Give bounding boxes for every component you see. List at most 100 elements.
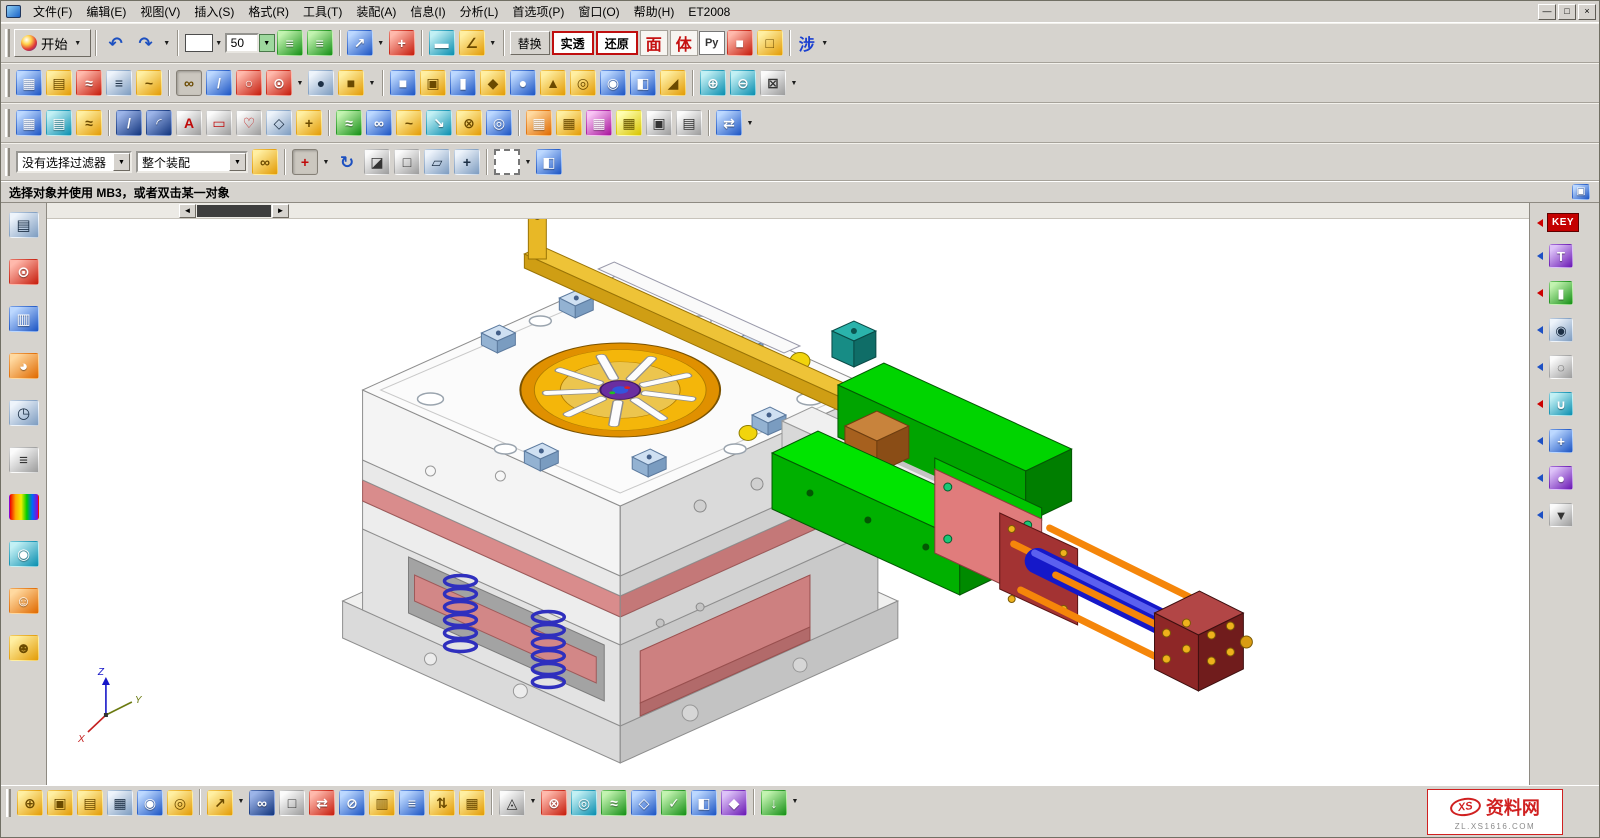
restore-shade-button[interactable]: 还原 — [596, 31, 638, 55]
swept-surface-icon[interactable]: ≈ — [76, 110, 102, 136]
pattern-magenta-icon[interactable]: ▦ — [586, 110, 612, 136]
law-curve-icon[interactable]: ~ — [396, 110, 422, 136]
ruled-surface-icon[interactable]: ▤ — [46, 110, 72, 136]
clipboard-paste-icon[interactable]: ▤ — [676, 110, 702, 136]
template-tool-icon[interactable]: T — [1549, 244, 1573, 268]
hollow-icon[interactable]: ⊖ — [730, 70, 756, 96]
work-layer-field[interactable]: 50 — [225, 33, 259, 53]
wave-link-icon[interactable]: ≈ — [601, 790, 627, 816]
circle-dot-icon[interactable]: ⊙ — [266, 70, 292, 96]
add-tool-icon[interactable]: + — [1549, 429, 1573, 453]
toolbar-grip[interactable] — [5, 148, 10, 176]
constraint-navigator-icon[interactable]: ⊙ — [9, 259, 39, 285]
measure-angle-icon[interactable]: ∠ — [459, 30, 485, 56]
copy-feature-dropdown[interactable]: ▼ — [744, 111, 756, 135]
interference-icon[interactable]: ⊗ — [541, 790, 567, 816]
key-badge[interactable]: KEY — [1547, 213, 1579, 232]
chain-filter-icon[interactable]: ∞ — [252, 149, 278, 175]
shell-icon[interactable]: ◧ — [630, 70, 656, 96]
eraser-icon[interactable]: ◪ — [364, 149, 390, 175]
clipboard-icon[interactable]: ▣ — [646, 110, 672, 136]
offset-face-icon[interactable]: ▤ — [46, 70, 72, 96]
clay-blob-icon[interactable]: ● — [1549, 466, 1573, 490]
xray-view-icon[interactable]: ⊠ — [760, 70, 786, 96]
hydraulic-cylinder[interactable] — [935, 458, 1253, 691]
move-face-icon[interactable]: ▦ — [16, 70, 42, 96]
spline-icon[interactable]: ≈ — [336, 110, 362, 136]
part-navigator-icon[interactable]: ▥ — [9, 306, 39, 332]
chain-icon[interactable]: ∞ — [176, 70, 202, 96]
wave-button[interactable]: 涉 — [795, 30, 819, 56]
face-mode-button[interactable]: 面 — [640, 30, 668, 56]
snap-point-icon[interactable]: + — [292, 149, 318, 175]
shape-heart-icon[interactable]: ♡ — [236, 110, 262, 136]
helix-icon[interactable]: ∞ — [366, 110, 392, 136]
profile-line-icon[interactable]: / — [116, 110, 142, 136]
body-mode-button[interactable]: 体 — [670, 30, 698, 56]
circle-tool-icon[interactable]: ○ — [236, 70, 262, 96]
sequence-icon[interactable]: ≡ — [399, 790, 425, 816]
start-button[interactable]: 开始 ▼ — [14, 29, 91, 57]
check-mate-icon[interactable]: ✓ — [661, 790, 687, 816]
menu-insert[interactable]: 插入(S) — [187, 1, 241, 22]
shaded-cube-icon[interactable]: ◧ — [536, 149, 562, 175]
product-outline-icon[interactable]: □ — [279, 790, 305, 816]
menu-analysis[interactable]: 分析(L) — [453, 1, 506, 22]
molecule-icon[interactable]: ◉ — [1549, 318, 1573, 342]
new-component-icon[interactable]: ▣ — [47, 790, 73, 816]
menu-file[interactable]: 文件(F) — [26, 1, 79, 22]
snap-point-dropdown[interactable]: ▼ — [320, 150, 332, 174]
point-tool-icon[interactable]: + — [296, 110, 322, 136]
sample-tube-icon[interactable]: ∪ — [1549, 392, 1573, 416]
redo-icon[interactable]: ↷ — [133, 30, 159, 56]
move-tool-icon[interactable]: + — [454, 149, 480, 175]
orient-view-icon[interactable]: ↻ — [334, 149, 360, 175]
sweep-icon[interactable]: ≈ — [76, 70, 102, 96]
sphere-cube-icon[interactable]: ● — [308, 70, 334, 96]
selection-filter-dropdown[interactable]: ▼ — [113, 153, 130, 171]
work-layer-dropdown[interactable]: ▼ — [259, 34, 275, 52]
mirror-assembly-icon[interactable]: ⇄ — [309, 790, 335, 816]
suppress-component-icon[interactable]: ⊘ — [339, 790, 365, 816]
toolbar-grip[interactable] — [5, 29, 10, 57]
visualization-icon[interactable]: ◉ — [9, 541, 39, 567]
measure-dropdown[interactable]: ▼ — [487, 31, 499, 55]
text-tool-icon[interactable]: A — [176, 110, 202, 136]
move-component-dropdown[interactable]: ▼ — [235, 789, 247, 813]
point-marker-icon[interactable]: + — [389, 30, 415, 56]
gold-box-icon[interactable]: □ — [757, 30, 783, 56]
graphics-canvas[interactable]: Z Y X — [47, 219, 1529, 785]
select-component-icon[interactable]: ◎ — [167, 790, 193, 816]
dotted-sphere-icon[interactable]: ◌ — [1549, 355, 1573, 379]
unite-icon[interactable]: ⊕ — [700, 70, 726, 96]
pattern-orange-icon[interactable]: ▦ — [526, 110, 552, 136]
restore-button[interactable]: □ — [1558, 4, 1576, 20]
red-solid-icon[interactable]: ■ — [727, 30, 753, 56]
sphere-primitive-icon[interactable]: ◉ — [600, 70, 626, 96]
primitives-icon[interactable]: ■ — [338, 70, 364, 96]
menu-et2008[interactable]: ET2008 — [681, 3, 737, 21]
arrangements-icon[interactable]: ▥ — [369, 790, 395, 816]
copy-feature-icon[interactable]: ⇄ — [716, 110, 742, 136]
block-icon[interactable]: ■ — [390, 70, 416, 96]
taper-icon[interactable]: ◢ — [660, 70, 686, 96]
copy-face-icon[interactable]: Py — [699, 31, 725, 55]
pattern-yellow-icon[interactable]: ▦ — [616, 110, 642, 136]
graphics-window[interactable]: ◄ ► — [47, 203, 1529, 785]
redo-dropdown[interactable]: ▼ — [161, 31, 173, 55]
measure-distance-icon[interactable]: ▬ — [429, 30, 455, 56]
exploded-view-icon[interactable]: ◬ — [499, 790, 525, 816]
view-split-icon[interactable]: ▣ — [1572, 184, 1590, 200]
replace-button[interactable]: 替换 — [510, 31, 550, 55]
nav-down-icon[interactable]: ▼ — [1549, 503, 1573, 527]
menu-assemblies[interactable]: 装配(A) — [349, 1, 403, 22]
move-component-icon[interactable]: ↗ — [207, 790, 233, 816]
render-style-swatch[interactable] — [185, 34, 213, 52]
wedge-icon[interactable]: ◆ — [480, 70, 506, 96]
toolbar-grip[interactable] — [5, 69, 10, 97]
open-assembly-icon[interactable]: ▤ — [77, 790, 103, 816]
isolate-component-icon[interactable]: ◧ — [691, 790, 717, 816]
xray-toggle-button[interactable]: 实透 — [552, 31, 594, 55]
profile-arc-icon[interactable]: ◜ — [146, 110, 172, 136]
menu-window[interactable]: 窗口(O) — [571, 1, 626, 22]
